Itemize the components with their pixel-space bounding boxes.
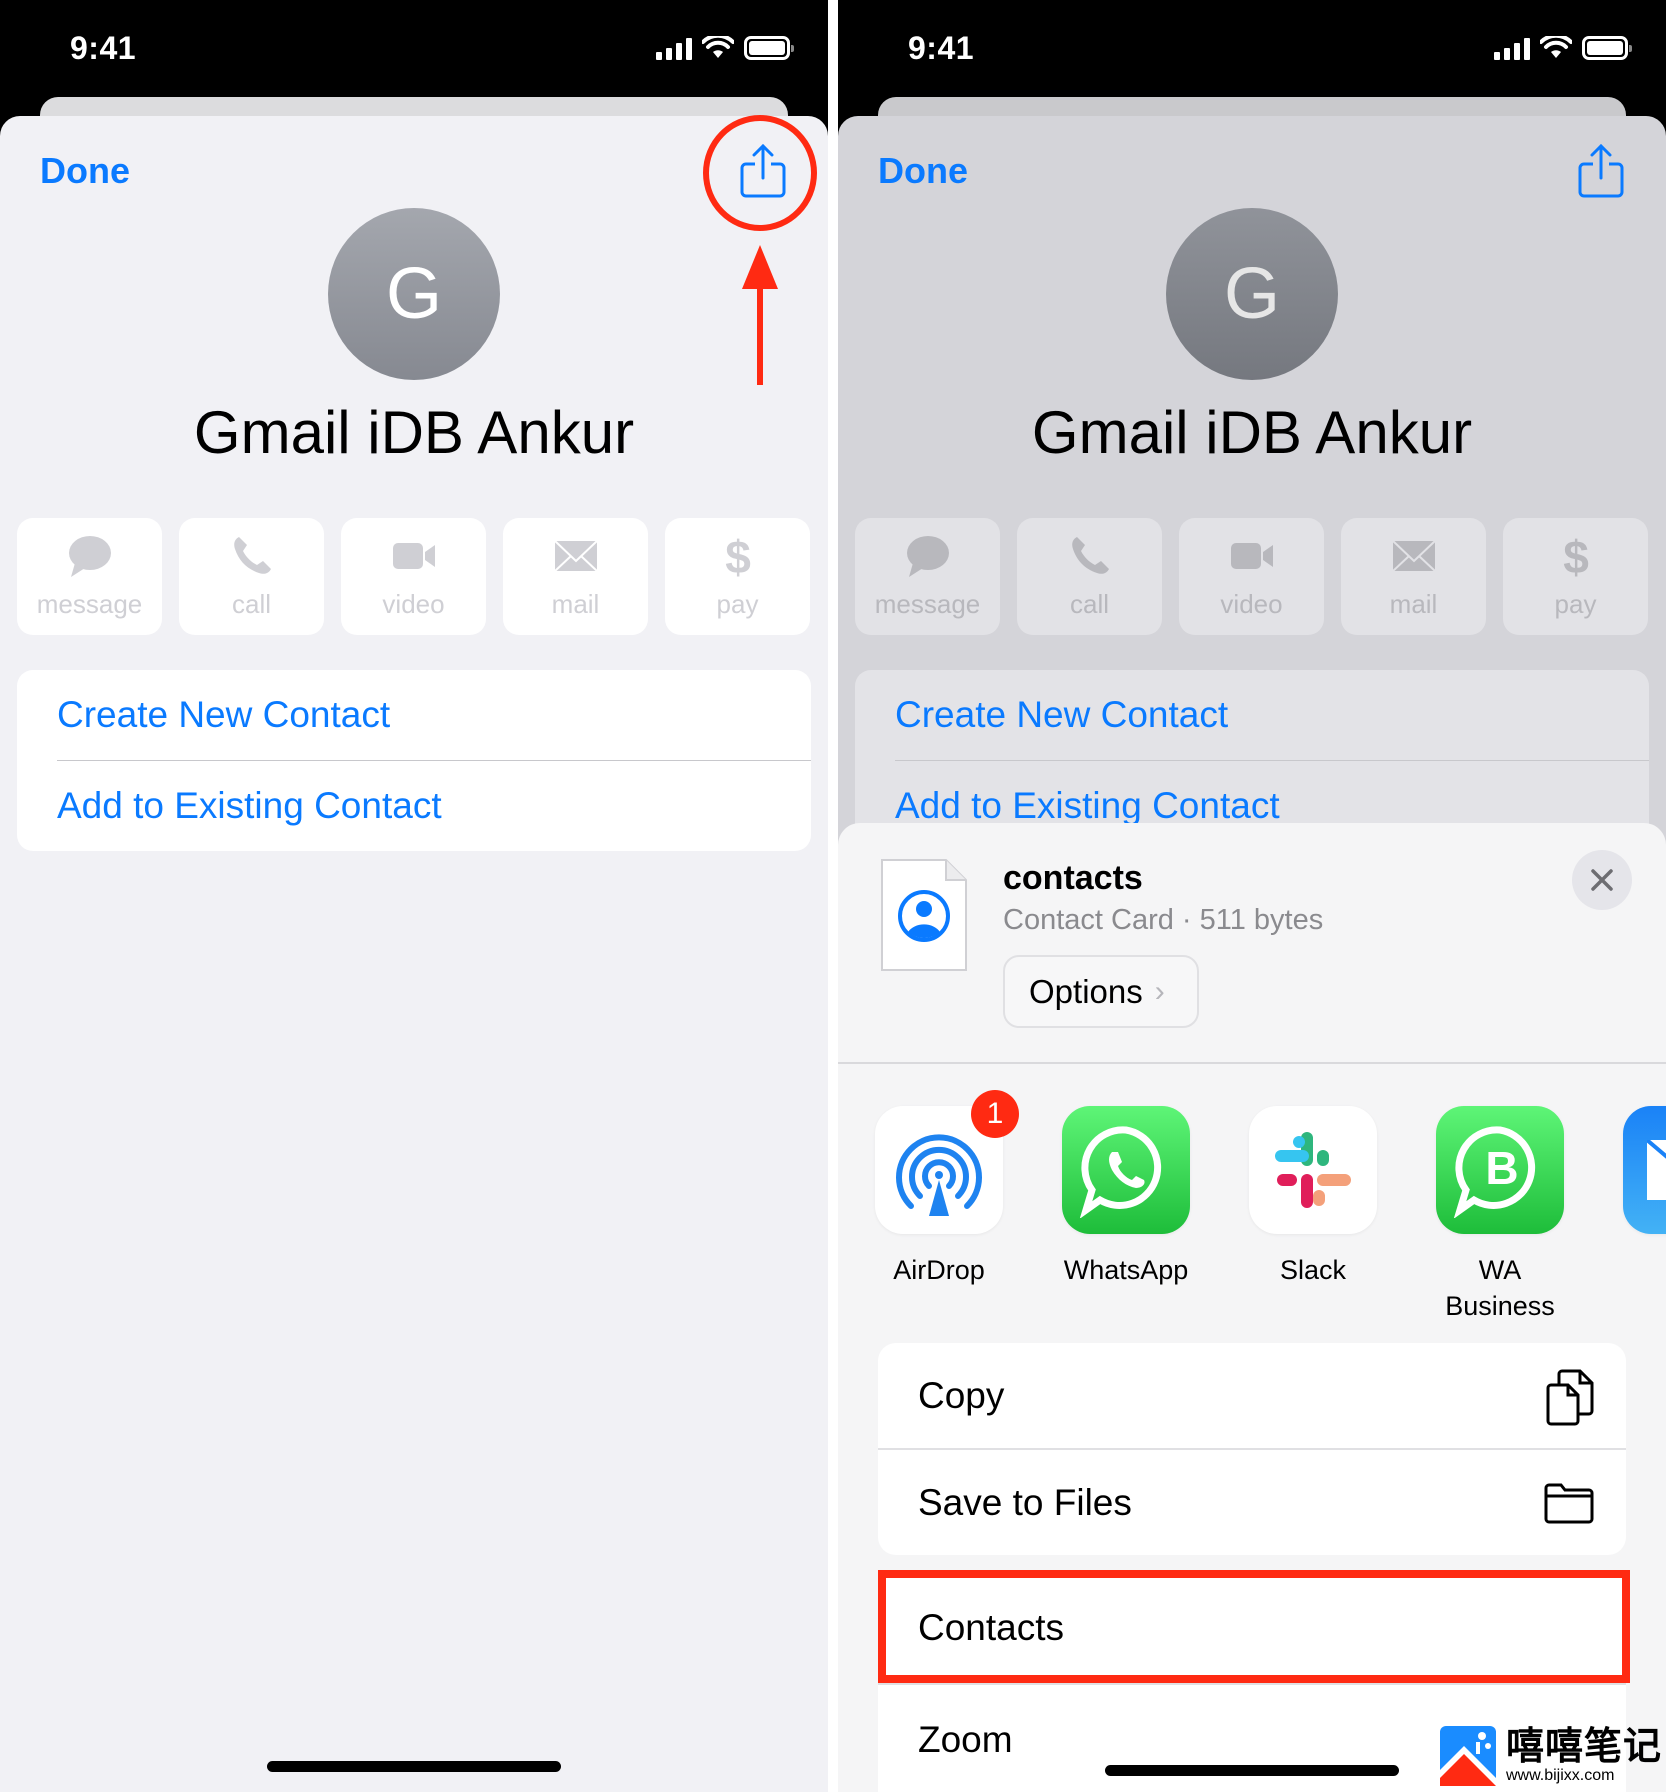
chevron-right-icon: › — [1154, 974, 1165, 1008]
whatsapp-icon — [1079, 1126, 1162, 1218]
mail-app-icon — [1647, 1140, 1666, 1200]
mail-button[interactable]: mail — [503, 518, 648, 635]
phone-icon — [233, 537, 271, 574]
annotation-circle — [703, 115, 817, 231]
copy-icon — [1546, 1369, 1594, 1425]
annotation-arrow-icon — [742, 245, 778, 385]
options-button[interactable]: Options › — [1003, 955, 1199, 1028]
options-label: Options — [1029, 972, 1143, 1010]
done-button[interactable]: Done — [878, 150, 968, 192]
watermark-logo-icon — [1440, 1726, 1496, 1786]
watermark-url: www.bijixx.com — [1506, 1767, 1615, 1784]
save-to-files-label: Save to Files — [918, 1481, 1132, 1523]
svg-text:$: $ — [725, 533, 751, 579]
app-label: AirDrop — [893, 1255, 985, 1285]
contact-name: Gmail iDB Ankur — [1031, 399, 1473, 466]
zoom-label: Zoom — [918, 1719, 1013, 1760]
wifi-icon — [1540, 36, 1572, 58]
contact-options-card: Create New Contact Add to Existing Conta… — [17, 670, 811, 851]
video-button[interactable]: video — [1179, 518, 1324, 635]
svg-text:$: $ — [1563, 533, 1589, 579]
airdrop-icon — [896, 1134, 982, 1216]
status-time: 9:41 — [70, 30, 137, 66]
left-screenshot: 9:41 Done G Gmail iDB Ankur message call… — [0, 0, 828, 1792]
message-bubble-icon — [68, 536, 111, 577]
share-sheet: contacts Contact Card · 511 bytes Option… — [838, 823, 1666, 1792]
home-indicator — [267, 1761, 561, 1772]
message-button[interactable]: message — [855, 518, 1000, 635]
battery-icon — [1582, 36, 1632, 60]
mail-button[interactable]: mail — [1341, 518, 1486, 635]
slack-icon — [1275, 1132, 1351, 1208]
quick-actions: message call video mail $ pay — [855, 518, 1648, 635]
save-to-files-action[interactable]: Save to Files — [878, 1450, 1626, 1555]
watermark: 嘻嘻笔记 www.bijixx.com — [1440, 1726, 1662, 1786]
app-row: 1 AirDrop WhatsApp Slack B WA Business — [875, 1090, 1666, 1324]
avatar: G — [328, 208, 500, 380]
app-label: Slack — [1279, 1255, 1347, 1285]
copy-label: Copy — [918, 1374, 1005, 1416]
status-time: 9:41 — [908, 30, 975, 66]
create-new-contact-button[interactable]: Create New Contact — [17, 670, 811, 760]
right-screenshot: 9:41 Done G Gmail iDB Ankur message call… — [838, 0, 1666, 1792]
watermark-name: 嘻嘻笔记 — [1506, 1726, 1663, 1768]
app-label: WA Business — [1445, 1255, 1555, 1321]
quick-actions: message call video mail $ pay — [17, 518, 810, 635]
pay-button[interactable]: $ pay — [665, 518, 810, 635]
wifi-icon — [702, 36, 734, 58]
call-button[interactable]: call — [179, 518, 324, 635]
done-button[interactable]: Done — [40, 150, 130, 192]
status-bar: 9:41 — [0, 0, 828, 96]
phone-icon — [1071, 537, 1109, 574]
message-button[interactable]: message — [17, 518, 162, 635]
share-icon[interactable] — [1578, 142, 1624, 198]
divider — [838, 1062, 1666, 1064]
app-whatsapp[interactable]: WhatsApp — [1062, 1106, 1190, 1324]
app-wa-business[interactable]: B WA Business — [1436, 1106, 1564, 1324]
copy-action[interactable]: Copy — [878, 1343, 1626, 1448]
file-meta: Contact Card · 511 bytes — [1003, 904, 1324, 936]
app-slack[interactable]: Slack — [1249, 1106, 1377, 1324]
cellular-signal-icon — [1494, 36, 1530, 60]
create-new-contact-button[interactable]: Create New Contact — [855, 670, 1649, 760]
video-button[interactable]: video — [341, 518, 486, 635]
notification-badge: 1 — [971, 1090, 1019, 1138]
home-indicator — [1105, 1765, 1399, 1776]
file-name: contacts — [1003, 859, 1143, 897]
pay-button[interactable]: $ pay — [1503, 518, 1648, 635]
app-label: WhatsApp — [1063, 1255, 1189, 1285]
folder-icon — [1544, 1483, 1594, 1523]
avatar-initial: G — [1223, 254, 1280, 334]
envelope-icon — [553, 540, 598, 572]
whatsapp-business-icon: B — [1453, 1126, 1536, 1218]
envelope-icon — [1391, 540, 1436, 572]
actions-group: Copy Save to Files — [878, 1343, 1626, 1555]
cellular-signal-icon — [656, 36, 692, 60]
close-button[interactable] — [1572, 850, 1632, 910]
contact-name: Gmail iDB Ankur — [193, 399, 635, 466]
app-mail-partial[interactable] — [1623, 1106, 1666, 1324]
video-camera-icon — [392, 543, 435, 569]
add-to-existing-contact-button[interactable]: Add to Existing Contact — [17, 761, 811, 851]
avatar: G — [1166, 208, 1338, 380]
svg-text:B: B — [1485, 1142, 1518, 1194]
dollar-icon: $ — [725, 533, 751, 579]
call-button[interactable]: call — [1017, 518, 1162, 635]
annotation-highlight-box — [878, 1570, 1630, 1683]
video-camera-icon — [1230, 543, 1273, 569]
contact-card-file-icon — [881, 859, 967, 971]
status-bar: 9:41 — [838, 0, 1666, 96]
message-bubble-icon — [906, 536, 949, 577]
close-icon — [1591, 869, 1613, 891]
avatar-initial: G — [385, 254, 442, 334]
contact-sheet: Done G Gmail iDB Ankur message call vide… — [0, 116, 828, 1792]
battery-icon — [744, 36, 794, 60]
dollar-icon: $ — [1563, 533, 1589, 579]
app-airdrop[interactable]: 1 AirDrop — [875, 1090, 1019, 1324]
